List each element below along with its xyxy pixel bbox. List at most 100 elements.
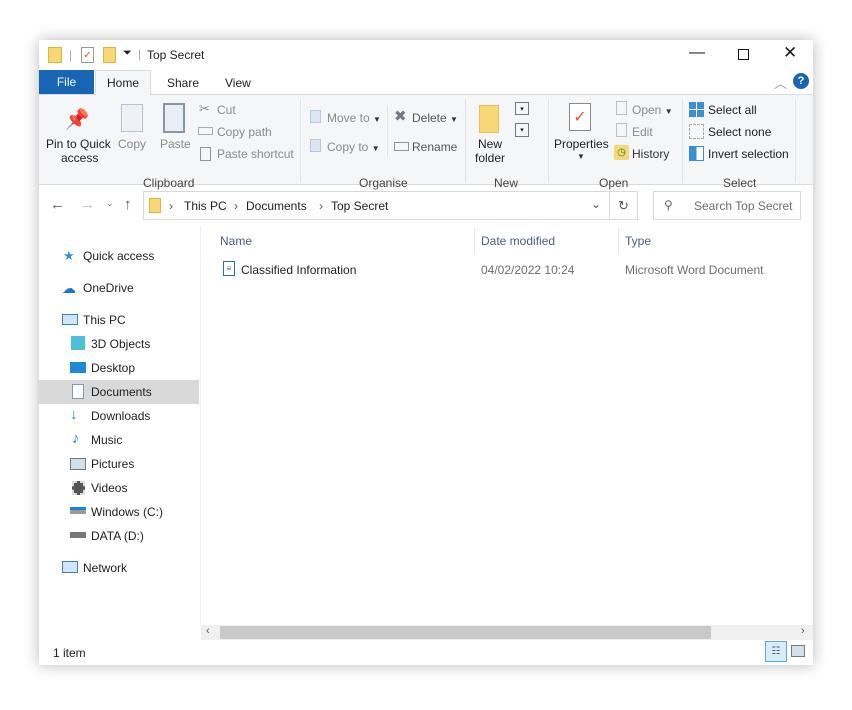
copy-path-button[interactable]: Copy path	[217, 125, 272, 139]
divider	[548, 99, 549, 183]
properties-icon: ✓	[569, 103, 591, 131]
history-icon: ◷	[614, 145, 629, 160]
copy-to-icon	[310, 139, 321, 152]
paste-button[interactable]: Paste	[160, 137, 191, 151]
rename-button[interactable]: Rename	[412, 140, 457, 154]
new-item-icon[interactable]: ▾	[515, 102, 529, 115]
new-folder-label-line2: folder	[475, 151, 505, 165]
file-type: Microsoft Word Document	[625, 263, 764, 277]
cube-icon	[71, 336, 85, 350]
nav-this-pc[interactable]: This PC	[83, 313, 126, 327]
easy-access-icon[interactable]: ▾	[515, 123, 529, 137]
pin-label-line2: access	[61, 151, 98, 165]
new-folder-button[interactable]: New	[478, 137, 502, 151]
properties-dropdown-icon[interactable]: ▼	[577, 152, 585, 161]
large-icons-view-button[interactable]	[791, 645, 805, 657]
star-icon: ★	[63, 248, 75, 264]
history-button[interactable]: History	[632, 147, 669, 161]
music-icon: ♪	[72, 430, 80, 447]
back-button[interactable]: ←	[50, 196, 65, 213]
properties-button[interactable]: Properties	[554, 137, 609, 151]
column-header-date[interactable]: Date modified	[481, 234, 555, 248]
search-input[interactable]: ⚲ Search Top Secret	[653, 191, 801, 220]
pane-divider[interactable]	[200, 226, 201, 625]
nav-network[interactable]: Network	[83, 561, 127, 575]
edit-icon	[616, 123, 627, 137]
select-all-button[interactable]: Select all	[708, 103, 757, 117]
divider: |	[138, 47, 141, 61]
minimize-button[interactable]: —	[689, 44, 705, 62]
up-button[interactable]: ↑	[124, 196, 132, 213]
pictures-icon	[70, 458, 86, 470]
tab-share[interactable]: Share	[167, 76, 199, 90]
collapse-ribbon-icon[interactable]: ︿	[774, 73, 787, 92]
chevron-right-icon[interactable]: ›	[234, 199, 238, 213]
chevron-right-icon[interactable]: ›	[169, 199, 173, 213]
recent-locations-icon[interactable]: ⌄	[106, 198, 114, 209]
nav-3d-objects[interactable]: 3D Objects	[91, 337, 150, 351]
column-header-type[interactable]: Type	[625, 234, 651, 248]
nav-documents[interactable]: Documents	[91, 385, 152, 399]
cut-button[interactable]: Cut	[217, 103, 236, 117]
file-name[interactable]: Classified Information	[241, 263, 356, 277]
move-to-icon	[310, 110, 321, 123]
copy-to-button[interactable]: Copy to ▼	[327, 140, 380, 154]
properties-quick-icon[interactable]: ✓	[81, 47, 94, 63]
breadcrumb-top-secret[interactable]: Top Secret	[331, 199, 388, 213]
delete-button[interactable]: Delete ▼	[412, 111, 458, 125]
new-folder-quick-icon[interactable]	[103, 47, 116, 63]
tab-view[interactable]: View	[225, 76, 251, 90]
breadcrumb-this-pc[interactable]: This PC	[184, 199, 227, 213]
invert-selection-button[interactable]: Invert selection	[708, 147, 789, 161]
tab-home[interactable]: Home	[95, 70, 151, 95]
group-label-clipboard: Clipboard	[143, 176, 194, 190]
scrollbar-thumb[interactable]	[220, 626, 711, 639]
drive-c-icon	[70, 507, 86, 514]
customize-quick-access-icon[interactable]: ⏷	[123, 47, 132, 60]
refresh-icon: ↻	[618, 198, 629, 214]
pin-icon: 📌	[65, 107, 89, 131]
group-label-organise: Organise	[359, 176, 408, 190]
divider: |	[69, 48, 72, 62]
select-none-icon	[689, 124, 704, 139]
nav-windows-c[interactable]: Windows (C:)	[91, 505, 163, 519]
paste-shortcut-button[interactable]: Paste shortcut	[217, 147, 294, 161]
status-item-count: 1 item	[53, 646, 86, 660]
search-icon: ⚲	[664, 198, 673, 212]
maximize-button[interactable]	[738, 49, 749, 60]
help-icon[interactable]: ?	[793, 73, 809, 89]
column-divider[interactable]	[474, 228, 475, 254]
nav-onedrive[interactable]: OneDrive	[83, 281, 134, 295]
horizontal-scrollbar[interactable]: ‹ ›	[201, 625, 813, 640]
nav-data-d[interactable]: DATA (D:)	[91, 529, 144, 543]
nav-videos[interactable]: Videos	[91, 481, 127, 495]
column-divider[interactable]	[618, 228, 619, 254]
select-none-button[interactable]: Select none	[708, 125, 771, 139]
column-header-name[interactable]: Name	[220, 234, 252, 248]
nav-quick-access[interactable]: Quick access	[83, 249, 154, 263]
scroll-right-button[interactable]: ›	[801, 625, 805, 637]
word-document-icon: ≡	[223, 261, 235, 276]
search-placeholder: Search Top Secret	[694, 199, 793, 213]
close-button[interactable]: ✕	[783, 43, 797, 63]
nav-downloads[interactable]: Downloads	[91, 409, 150, 423]
pin-to-quick-access-button[interactable]: Pin to Quick	[46, 137, 111, 151]
drive-d-icon	[70, 532, 86, 538]
copy-button[interactable]: Copy	[118, 137, 146, 151]
chevron-right-icon[interactable]: ›	[319, 199, 323, 213]
tab-file[interactable]: File	[39, 70, 94, 94]
forward-button[interactable]: →	[80, 196, 95, 213]
scroll-left-button[interactable]: ‹	[206, 625, 210, 637]
open-button[interactable]: Open ▼	[632, 103, 673, 117]
address-dropdown-icon[interactable]: ⌄	[591, 197, 601, 211]
folder-icon	[48, 47, 62, 63]
details-view-button[interactable]: ☷	[765, 641, 787, 662]
nav-music[interactable]: Music	[91, 433, 122, 447]
move-to-button[interactable]: Move to ▼	[327, 111, 381, 125]
nav-pictures[interactable]: Pictures	[91, 457, 134, 471]
address-bar[interactable]: › This PC › Documents › Top Secret ⌄	[143, 191, 610, 220]
breadcrumb-documents[interactable]: Documents	[246, 199, 307, 213]
nav-desktop[interactable]: Desktop	[91, 361, 135, 375]
refresh-button[interactable]: ↻	[609, 191, 638, 220]
edit-button[interactable]: Edit	[632, 125, 653, 139]
